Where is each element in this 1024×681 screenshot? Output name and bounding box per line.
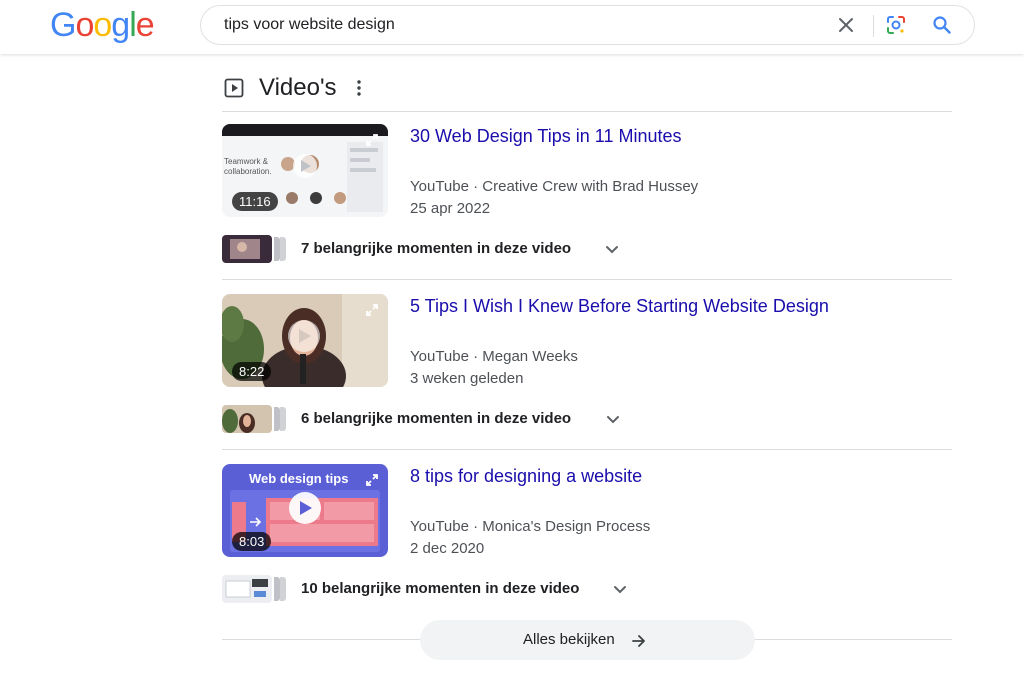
video-result: 8:22 5 Tips I Wish I Knew Before Startin… xyxy=(222,294,952,464)
thumb-stack xyxy=(280,577,286,601)
view-all-button[interactable]: Alles bekijken xyxy=(420,620,755,660)
video-source: YouTube · Monica's Design Process xyxy=(410,518,651,535)
thumbnail-text: Web design tips xyxy=(249,471,348,486)
search-box[interactable]: tips voor website design xyxy=(200,5,975,45)
key-moments-label: 10 belangrijke momenten in deze video xyxy=(301,580,580,597)
chevron-down-icon[interactable] xyxy=(605,411,621,427)
clear-icon[interactable] xyxy=(835,14,857,36)
more-options-icon[interactable] xyxy=(354,78,364,98)
video-title-link[interactable]: 8 tips for designing a website xyxy=(410,466,642,487)
view-all-label: Alles bekijken xyxy=(523,631,615,648)
video-source: YouTube · Megan Weeks xyxy=(410,348,578,365)
key-moments-label: 7 belangrijke momenten in deze video xyxy=(301,240,572,257)
result-divider xyxy=(222,449,952,450)
search-input[interactable]: tips voor website design xyxy=(224,16,395,34)
google-lens-icon[interactable] xyxy=(885,14,907,36)
video-thumbnail[interactable]: Web design tips 8:03 xyxy=(222,464,388,557)
video-title-link[interactable]: 30 Web Design Tips in 11 Minutes xyxy=(410,126,681,147)
video-date: 3 weken geleden xyxy=(410,370,524,387)
video-title-link[interactable]: 5 Tips I Wish I Knew Before Starting Web… xyxy=(410,296,829,317)
expand-icon[interactable] xyxy=(364,302,380,318)
key-moments-label: 6 belangrijke momenten in deze video xyxy=(301,410,572,427)
section-title: Video's xyxy=(259,74,337,101)
video-result: Web design tips 8:03 8 tips for designin… xyxy=(222,464,952,634)
video-icon xyxy=(224,78,244,98)
expand-icon[interactable] xyxy=(364,132,380,148)
chevron-down-icon[interactable] xyxy=(612,581,628,597)
thumb-stack xyxy=(274,577,280,601)
arrow-right-icon xyxy=(632,635,645,647)
chevron-down-icon[interactable] xyxy=(604,241,620,257)
expand-icon[interactable] xyxy=(364,472,380,488)
thumb-stack xyxy=(274,237,280,261)
video-source: YouTube · Creative Crew with Brad Hussey xyxy=(410,178,699,195)
thumb-stack xyxy=(274,407,280,431)
video-thumbnail[interactable]: 8:22 xyxy=(222,294,388,387)
search-icon[interactable] xyxy=(931,14,953,36)
video-date: 25 apr 2022 xyxy=(410,200,491,217)
video-duration: 11:16 xyxy=(232,192,278,211)
svg-text:Teamwork &: Teamwork & xyxy=(224,157,269,166)
search-divider xyxy=(873,15,874,37)
moments-thumbnail xyxy=(222,575,272,603)
key-moments-toggle[interactable]: 10 belangrijke momenten in deze video xyxy=(222,575,642,603)
video-result: Teamwork & collaboration. 11:16 30 Web D… xyxy=(222,124,952,294)
top-bar: Google tips voor website design xyxy=(0,0,1024,54)
svg-text:collaboration.: collaboration. xyxy=(224,167,272,176)
moments-thumbnail xyxy=(222,405,272,433)
videos-section-header: Video's xyxy=(222,72,952,112)
key-moments-toggle[interactable]: 6 belangrijke momenten in deze video xyxy=(222,405,642,433)
video-duration: 8:22 xyxy=(232,362,272,381)
moments-thumbnail xyxy=(222,235,272,263)
result-divider xyxy=(222,279,952,280)
video-thumbnail[interactable]: Teamwork & collaboration. 11:16 xyxy=(222,124,388,217)
google-logo[interactable]: Google xyxy=(50,6,155,45)
key-moments-toggle[interactable]: 7 belangrijke momenten in deze video xyxy=(222,235,642,263)
thumb-stack xyxy=(280,237,286,261)
thumb-stack xyxy=(280,407,286,431)
video-duration: 8:03 xyxy=(232,532,272,551)
video-date: 2 dec 2020 xyxy=(410,540,485,557)
